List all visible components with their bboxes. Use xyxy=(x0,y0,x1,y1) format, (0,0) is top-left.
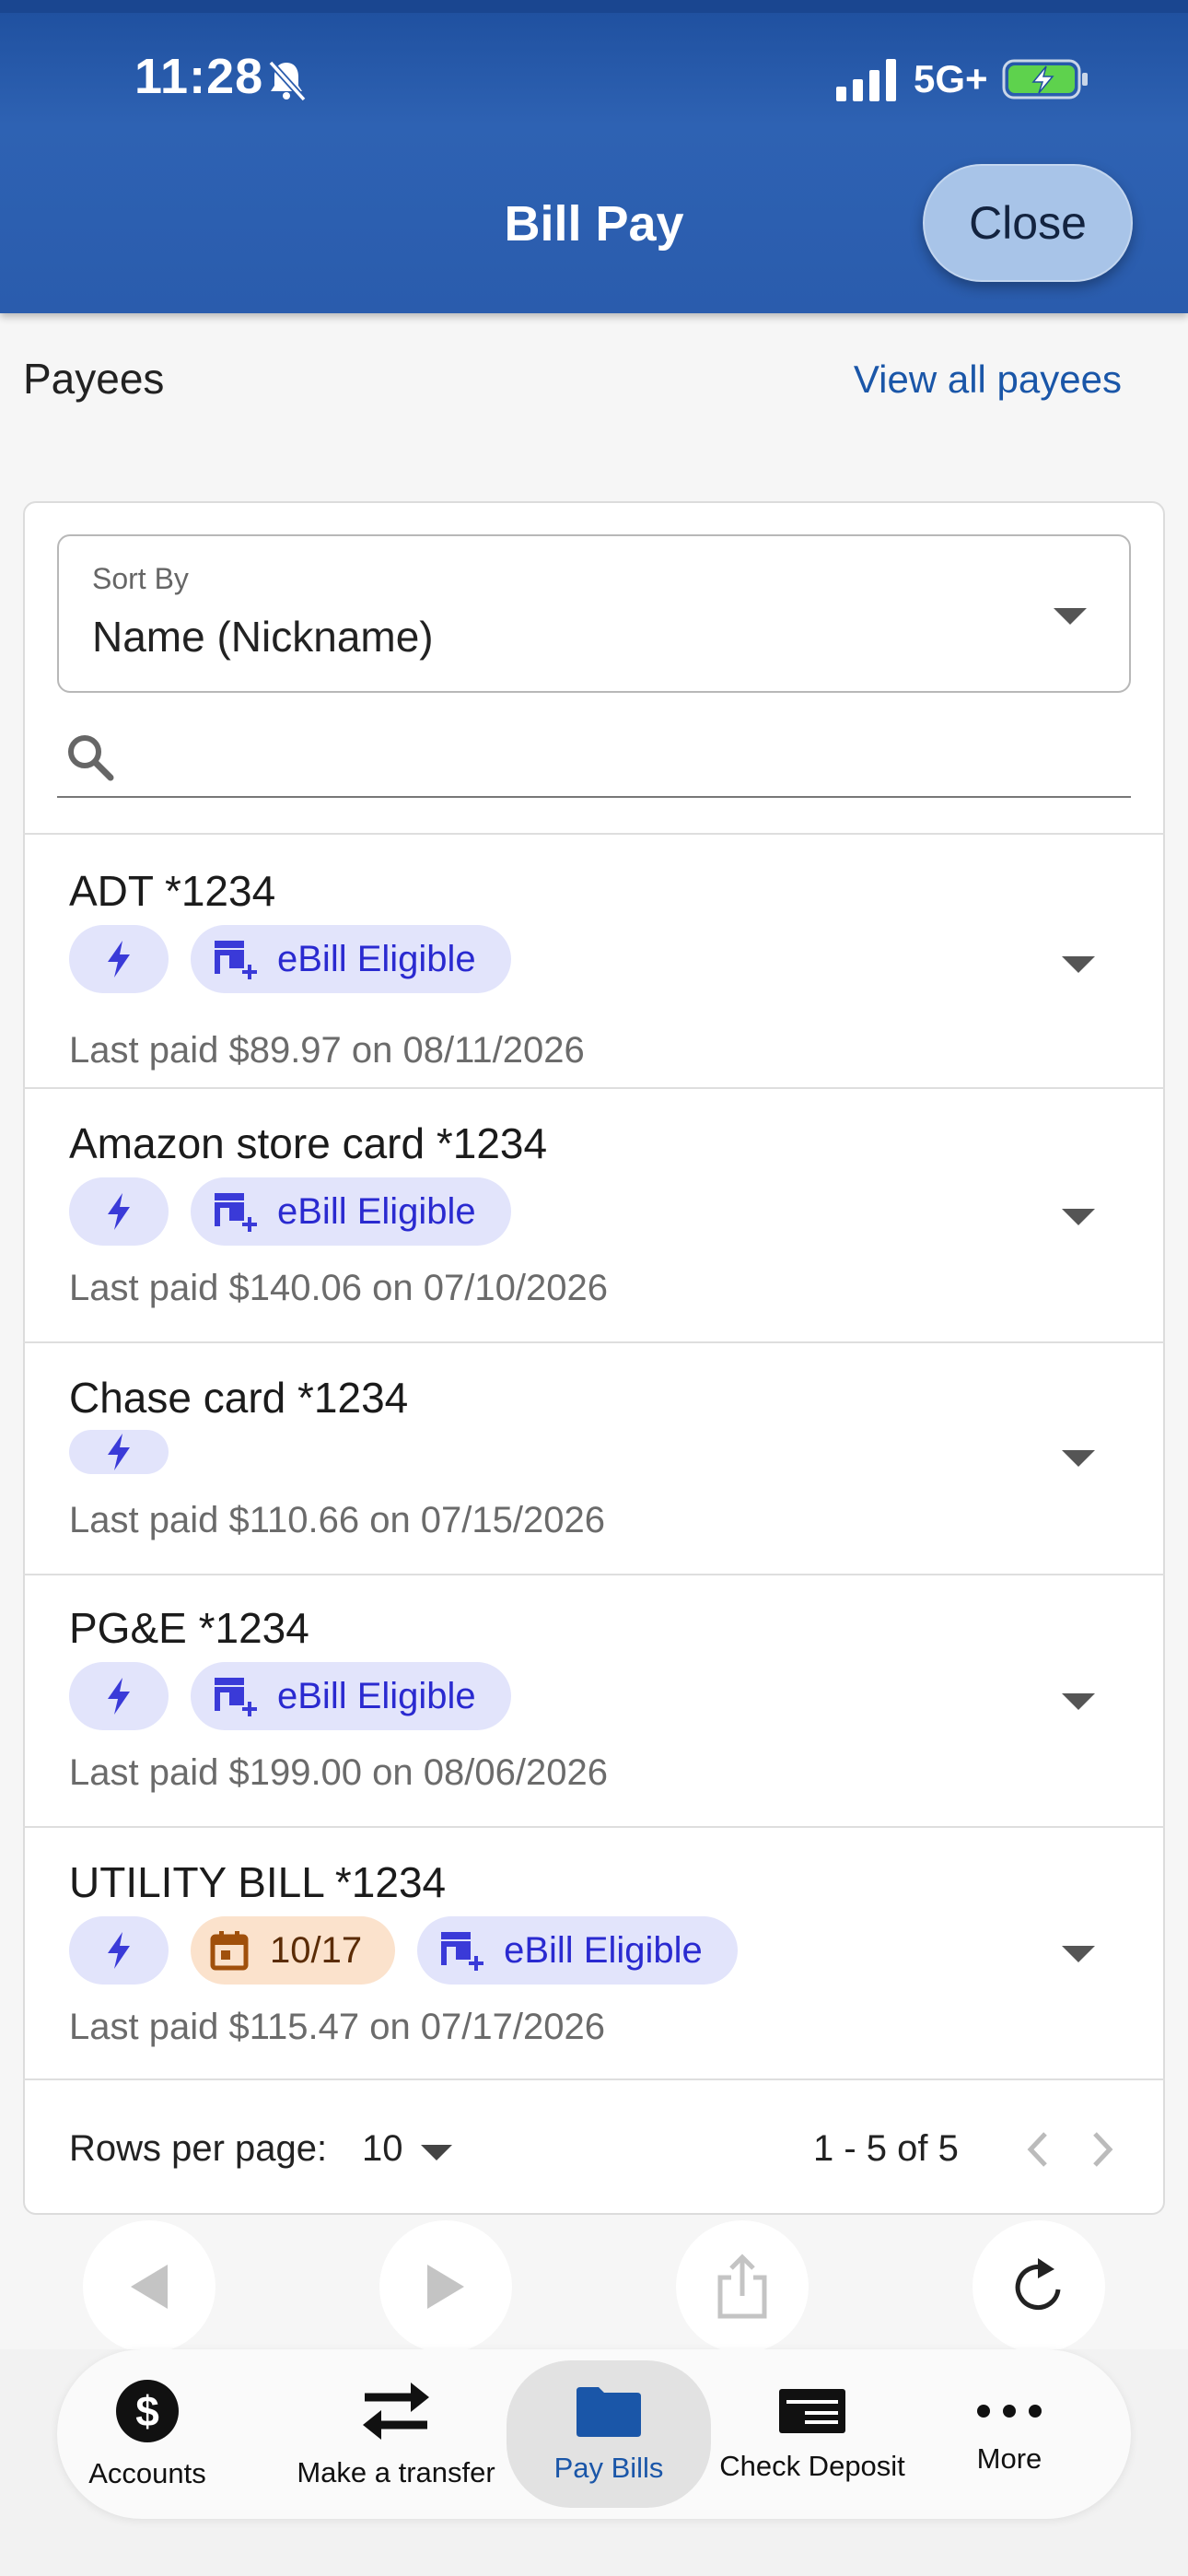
sort-by-value: Name (Nickname) xyxy=(92,613,434,661)
store-plus-icon xyxy=(215,1193,257,1232)
calendar-icon xyxy=(210,1931,249,1971)
nav-label: Check Deposit xyxy=(719,2450,905,2482)
chevron-down-icon[interactable] xyxy=(1062,1693,1095,1710)
check-icon xyxy=(779,2389,845,2433)
dollar-icon: $ xyxy=(116,2380,179,2442)
share-button[interactable] xyxy=(676,2220,809,2353)
nav-label: Accounts xyxy=(88,2457,206,2489)
back-button[interactable] xyxy=(83,2220,215,2353)
payee-row[interactable]: PG&E *1234 eBill Eligible Last paid $199… xyxy=(23,1574,1165,1826)
due-date-label: 10/17 xyxy=(270,1929,363,1971)
header-top-strip xyxy=(0,0,1188,13)
signal-icon xyxy=(836,59,896,101)
last-paid-text: Last paid $110.66 on 07/15/2026 xyxy=(69,1500,605,1540)
last-paid-text: Last paid $115.47 on 07/17/2026 xyxy=(69,2007,605,2047)
payee-row[interactable]: Chase card *1234 Last paid $110.66 on 07… xyxy=(23,1341,1165,1574)
search-input[interactable] xyxy=(140,728,1116,789)
more-icon xyxy=(977,2405,1042,2418)
svg-text:$: $ xyxy=(135,2387,159,2435)
store-plus-icon xyxy=(215,1678,257,1716)
payee-row[interactable]: UTILITY BILL *1234 10/17 eBill Eligible … xyxy=(23,1826,1165,2078)
bolt-icon xyxy=(108,1932,130,1969)
forward-button[interactable] xyxy=(379,2220,512,2353)
ebill-chip: eBill Eligible xyxy=(191,925,511,993)
payee-name: Amazon store card *1234 xyxy=(69,1119,548,1167)
ebill-label: eBill Eligible xyxy=(277,938,476,979)
bolt-icon xyxy=(108,1434,130,1470)
chevron-down-icon xyxy=(1054,608,1087,625)
ebill-label: eBill Eligible xyxy=(277,1675,476,1716)
reload-button[interactable] xyxy=(973,2220,1105,2353)
chevron-right-icon[interactable] xyxy=(1084,2126,1121,2172)
payees-heading: Payees xyxy=(23,355,165,403)
last-paid-text: Last paid $199.00 on 08/06/2026 xyxy=(69,1752,608,1793)
rows-per-page-label: Rows per page: xyxy=(69,2128,328,2169)
bolt-chip xyxy=(69,1662,169,1730)
chevron-down-icon[interactable] xyxy=(1062,1209,1095,1225)
nav-more[interactable]: More xyxy=(928,2349,1090,2519)
battery-charging-icon xyxy=(1002,59,1088,100)
search-field[interactable] xyxy=(57,720,1131,798)
payee-name: PG&E *1234 xyxy=(69,1604,309,1652)
bell-muted-icon xyxy=(268,60,307,102)
ebill-label: eBill Eligible xyxy=(504,1929,703,1971)
bolt-icon xyxy=(108,941,130,978)
close-button[interactable]: Close xyxy=(923,164,1133,282)
rows-per-page-select[interactable]: 10 xyxy=(362,2128,403,2170)
nav-accounts[interactable]: $ Accounts xyxy=(57,2349,238,2519)
chevron-down-icon[interactable] xyxy=(1062,1450,1095,1467)
page-range: 1 - 5 of 5 xyxy=(813,2128,959,2169)
bolt-chip xyxy=(69,1916,169,1985)
folder-icon xyxy=(577,2387,641,2437)
forward-arrow-icon xyxy=(427,2265,464,2309)
payee-name: UTILITY BILL *1234 xyxy=(69,1858,447,1906)
search-icon xyxy=(68,735,114,781)
nav-label: Make a transfer xyxy=(297,2456,495,2488)
network-type: 5G+ xyxy=(914,57,988,100)
chevron-down-icon[interactable] xyxy=(1062,956,1095,973)
transfer-icon xyxy=(363,2383,429,2440)
bolt-chip xyxy=(69,1430,169,1474)
last-paid-text: Last paid $89.97 on 08/11/2026 xyxy=(69,1030,585,1071)
store-plus-icon xyxy=(441,1932,484,1971)
bottom-nav: $ Accounts Make a transfer Pay Bills Che… xyxy=(57,2349,1131,2519)
store-plus-icon xyxy=(215,941,257,979)
bolt-icon xyxy=(108,1678,130,1715)
chevron-left-icon[interactable] xyxy=(1019,2126,1056,2172)
back-arrow-icon xyxy=(131,2265,168,2309)
reload-icon xyxy=(1015,2258,1061,2311)
ebill-chip: eBill Eligible xyxy=(191,1177,511,1246)
nav-label: Pay Bills xyxy=(553,2452,664,2484)
nav-check-deposit[interactable]: Check Deposit xyxy=(711,2349,914,2519)
share-icon xyxy=(717,2254,767,2319)
nav-make-transfer[interactable]: Make a transfer xyxy=(285,2349,507,2519)
chevron-down-icon[interactable] xyxy=(1062,1946,1095,1962)
chevron-down-icon[interactable] xyxy=(421,2145,452,2160)
ebill-label: eBill Eligible xyxy=(277,1190,476,1232)
sort-by-label: Sort By xyxy=(92,562,189,595)
due-date-chip: 10/17 xyxy=(191,1916,396,1985)
bolt-icon xyxy=(108,1193,130,1230)
payee-name: Chase card *1234 xyxy=(69,1374,409,1422)
app-header: 11:28 5G+ Bill Pay Close xyxy=(0,0,1188,313)
view-all-payees-link[interactable]: View all payees xyxy=(854,357,1122,402)
browser-toolbar xyxy=(0,2215,1188,2353)
payee-row[interactable]: ADT *1234 eBill Eligible Last paid $89.9… xyxy=(23,833,1165,1087)
status-time: 11:28 xyxy=(134,49,264,104)
nav-label: More xyxy=(976,2442,1042,2475)
ebill-chip: eBill Eligible xyxy=(191,1662,511,1730)
payee-row[interactable]: Amazon store card *1234 eBill Eligible L… xyxy=(23,1087,1165,1341)
payee-name: ADT *1234 xyxy=(69,867,276,915)
ebill-chip: eBill Eligible xyxy=(417,1916,738,1985)
nav-pay-bills[interactable]: Pay Bills xyxy=(507,2360,711,2508)
bolt-chip xyxy=(69,925,169,993)
bolt-chip xyxy=(69,1177,169,1246)
last-paid-text: Last paid $140.06 on 07/10/2026 xyxy=(69,1268,608,1308)
sort-by-select[interactable]: Sort By Name (Nickname) xyxy=(57,534,1131,693)
pagination: Rows per page: 10 1 - 5 of 5 xyxy=(23,2078,1165,2215)
